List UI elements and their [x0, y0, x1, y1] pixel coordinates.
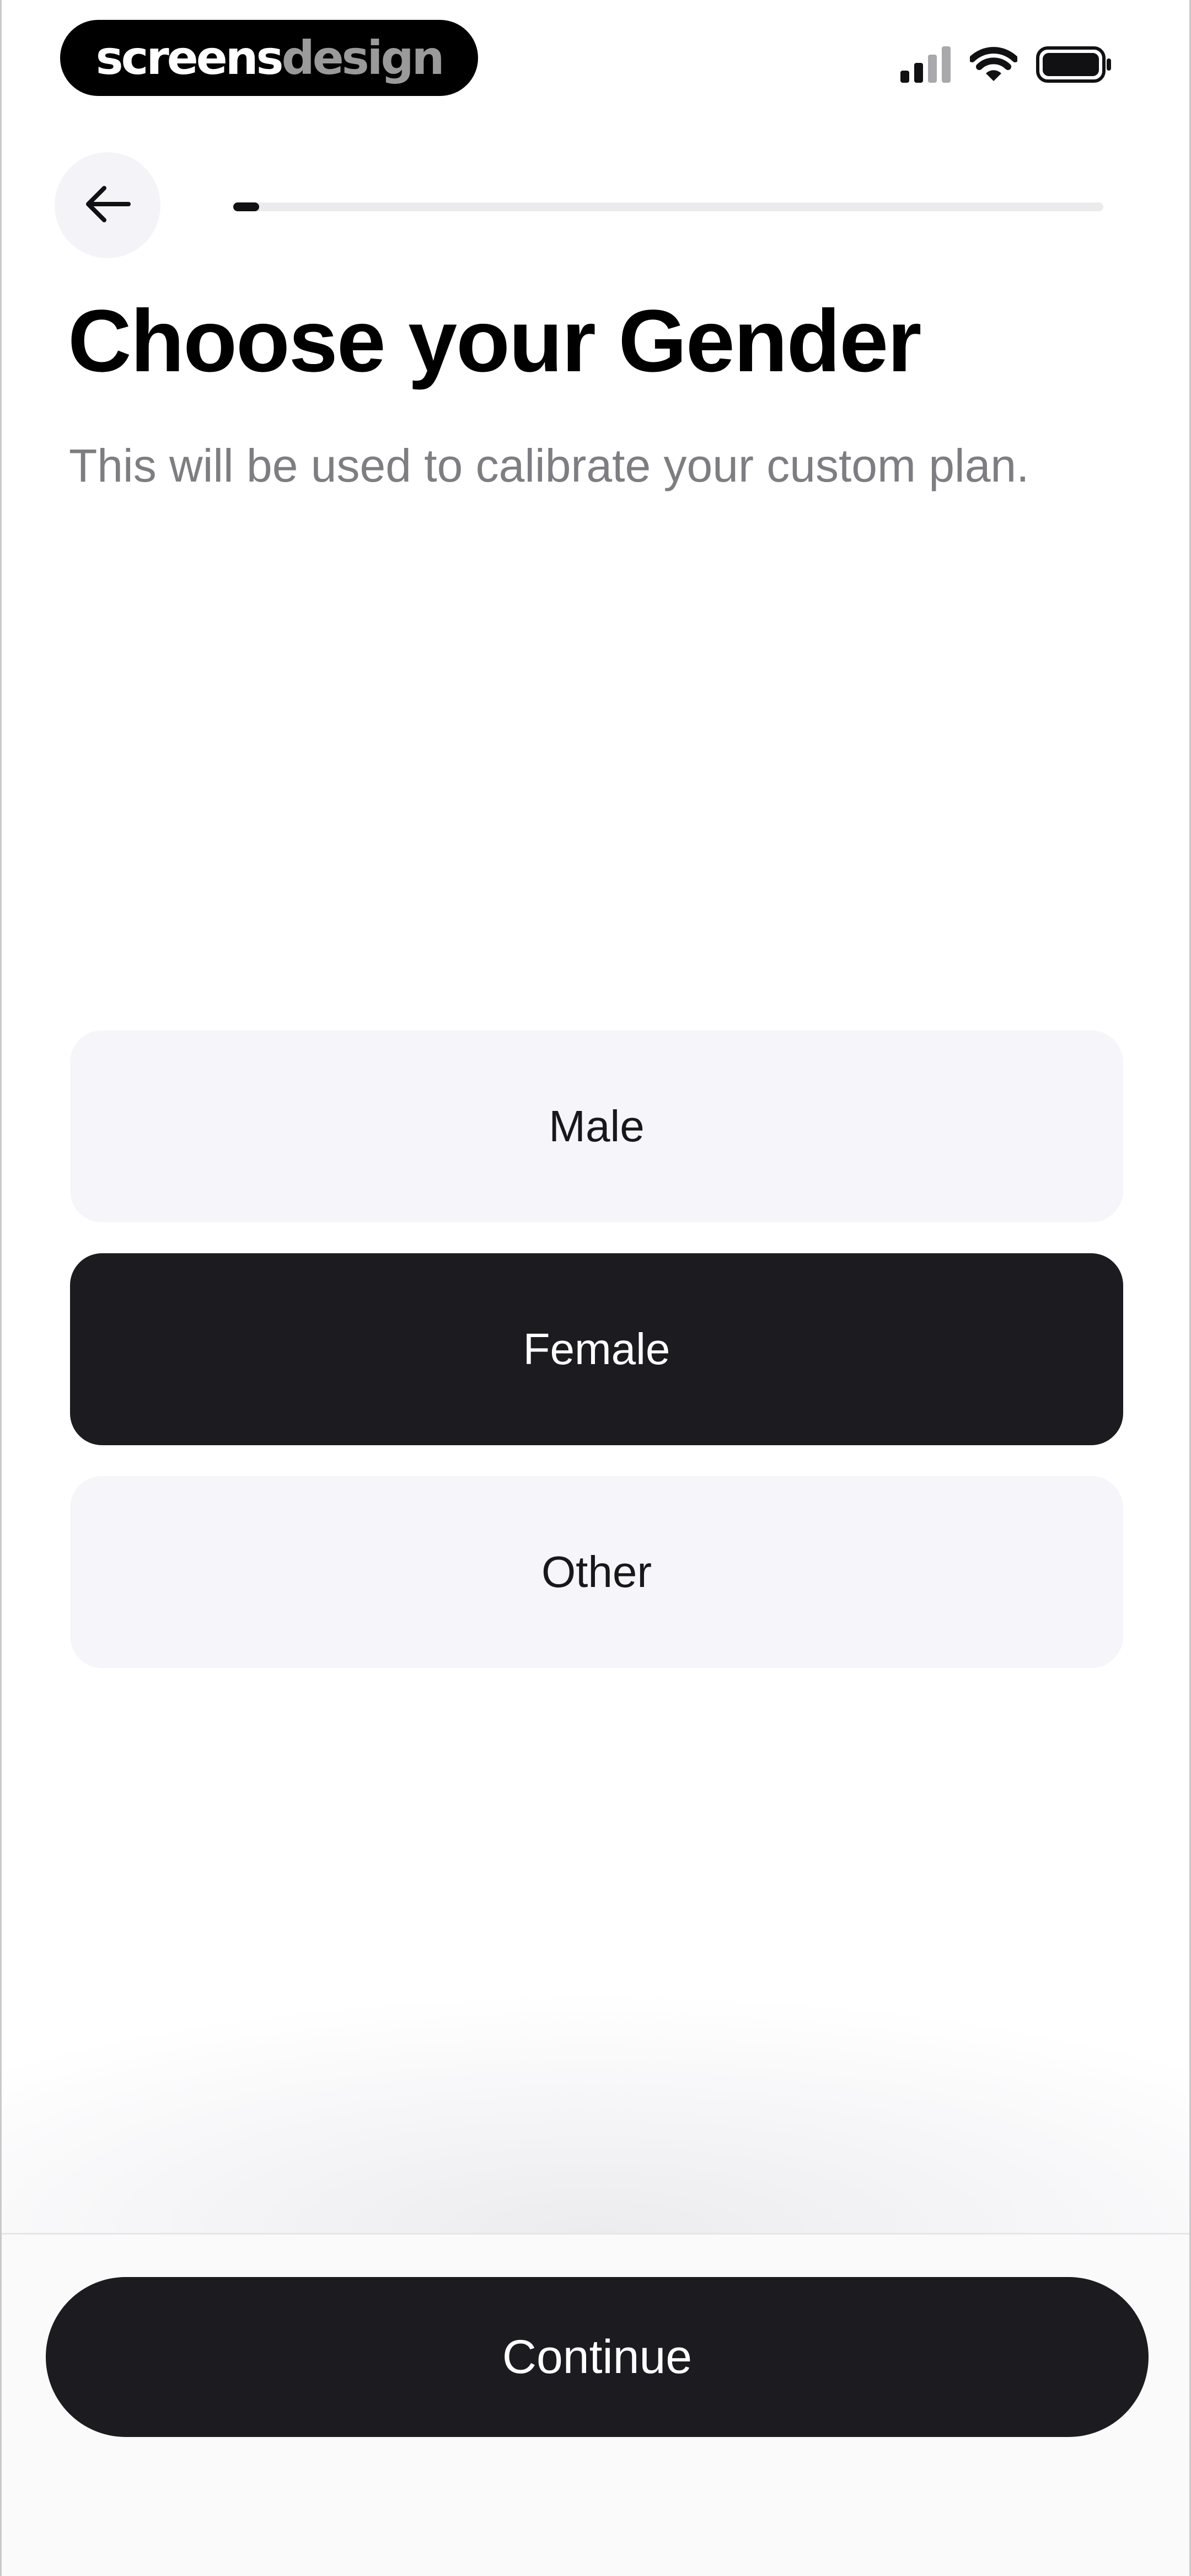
status-icons	[900, 46, 1112, 85]
brand-logo-part2: design	[281, 31, 445, 85]
arrow-left-icon	[84, 185, 131, 226]
page-title: Choose your Gender	[68, 291, 921, 390]
gender-selection-screen: screens design Choose your Gender This w…	[0, 0, 1191, 2576]
battery-icon	[1036, 46, 1112, 85]
progress-fill	[233, 202, 260, 211]
brand-logo-part1: screens	[95, 31, 284, 85]
gender-option-label: Female	[523, 1324, 670, 1373]
gender-option-other[interactable]: Other	[70, 1476, 1123, 1668]
cellular-signal-icon	[900, 46, 951, 85]
onboarding-progress-bar	[233, 202, 1103, 211]
wifi-icon	[969, 47, 1018, 85]
continue-button[interactable]: Continue	[46, 2277, 1149, 2437]
gender-option-label: Other	[541, 1547, 652, 1596]
continue-button-label: Continue	[502, 2330, 693, 2383]
back-button[interactable]	[55, 152, 160, 258]
bottom-fade	[2, 1864, 1189, 2234]
gender-option-female[interactable]: Female	[70, 1253, 1123, 1445]
gender-option-label: Male	[549, 1102, 645, 1151]
page-subtitle: This will be used to calibrate your cust…	[69, 440, 1029, 491]
gender-option-male[interactable]: Male	[70, 1030, 1123, 1222]
brand-logo: screens design	[60, 20, 478, 96]
